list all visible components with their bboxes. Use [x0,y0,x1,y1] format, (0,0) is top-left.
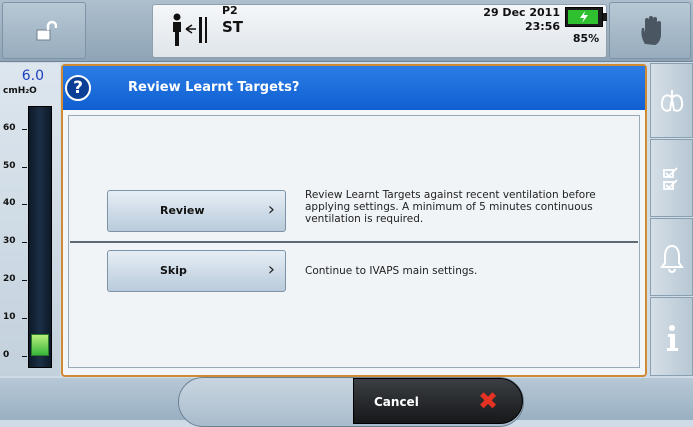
gauge-tick-label: 30 [3,236,16,246]
question-icon: ? [65,75,91,101]
nav-info-button[interactable] [650,297,693,376]
review-button[interactable]: Review › [107,190,286,232]
date-display: 29 Dec 2011 [483,6,560,19]
nav-therapy-button[interactable] [650,63,693,138]
gauge-tick [22,356,27,357]
gauge-tick [22,129,27,130]
gauge-tick [22,280,27,281]
gauge-tick [22,242,27,243]
gauge-tick-label: 40 [3,198,16,208]
info-icon [667,325,678,351]
alarm-bell-icon [660,244,684,273]
option-divider [70,241,638,243]
skip-description: Continue to IVAPS main settings. [305,265,478,277]
gauge-tick-label: 10 [3,312,16,322]
chevron-right-icon: › [267,259,275,280]
hand-icon [641,16,661,45]
review-button-label: Review [160,204,205,217]
time-display: 23:56 [524,20,560,33]
lock-button[interactable] [2,2,86,59]
gauge-tick-label: 60 [3,123,16,133]
battery-icon [565,7,603,27]
battery-percent: 85% [572,32,600,45]
pressure-bar [28,106,52,368]
gauge-tick [22,167,27,168]
gauge-tick-label: 0 [3,350,10,360]
lungs-icon [660,90,684,112]
skip-button[interactable]: Skip › [107,250,286,292]
checklist-icon [663,167,678,190]
nav-alarms-button[interactable] [650,218,693,296]
battery-tip [603,13,607,21]
gauge-tick-label: 50 [3,161,16,171]
pressure-unit: cmH₂O [3,86,37,96]
gauge-tick [22,204,27,205]
mode-name: ST [222,18,244,36]
cancel-button-label: Cancel [374,395,419,409]
unlock-icon [36,20,57,41]
dialog-title: Review Learnt Targets? [128,80,300,95]
patient-connection-icon [173,13,207,46]
skip-button-label: Skip [160,264,187,277]
nav-checklist-button[interactable] [650,139,693,217]
mode-code: P2 [222,4,238,17]
pressure-bar-fill [31,334,49,356]
gauge-tick [22,318,27,319]
chevron-right-icon: › [267,199,275,220]
gauge-tick-label: 20 [3,274,16,284]
pressure-value: 6.0 [21,68,44,84]
cancel-x-icon: ✖ [478,387,499,415]
review-description: Review Learnt Targets against recent ven… [305,189,596,225]
standby-button[interactable] [609,2,691,59]
cancel-button[interactable]: Cancel ✖ [353,378,523,424]
